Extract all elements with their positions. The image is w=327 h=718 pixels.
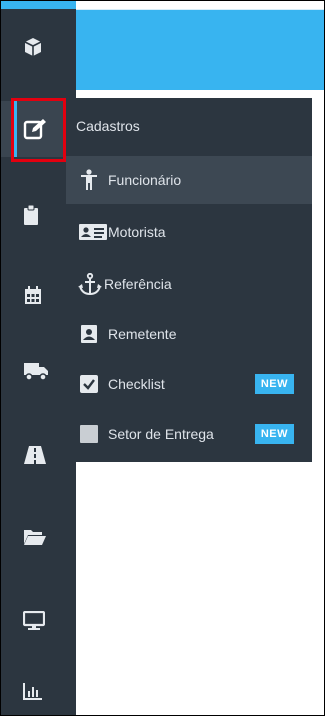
monitor-icon xyxy=(23,611,45,630)
submenu-item-label: Motorista xyxy=(108,224,166,240)
id-card-icon xyxy=(78,221,108,243)
sidebar-item-cube[interactable] xyxy=(1,19,76,75)
person-icon xyxy=(78,169,100,191)
edit-icon xyxy=(23,119,46,140)
calendar-icon xyxy=(25,286,41,304)
anchor-icon xyxy=(78,273,102,295)
submenu-item-remetente[interactable]: Remetente xyxy=(66,310,312,358)
new-badge: NEW xyxy=(254,424,294,444)
submenu-item-referencia[interactable]: Referência xyxy=(66,260,312,308)
folder-open-icon xyxy=(24,530,46,545)
submenu-item-motorista[interactable]: Motorista xyxy=(66,208,312,256)
sidebar-item-folder[interactable] xyxy=(1,509,76,565)
top-header-bar xyxy=(76,9,324,90)
truck-icon xyxy=(24,363,48,381)
submenu-item-label: Funcionário xyxy=(108,172,182,188)
sidebar-item-monitor[interactable] xyxy=(1,593,76,649)
cadastros-submenu: Cadastros Funcionário Motorista Referênc… xyxy=(66,98,312,462)
road-icon xyxy=(24,446,46,464)
submenu-item-label: Setor de Entrega xyxy=(108,426,214,442)
submenu-item-funcionario[interactable]: Funcionário xyxy=(66,156,312,204)
submenu-item-setor-de-entrega[interactable]: Setor de Entrega NEW xyxy=(66,410,312,458)
sidebar-item-road[interactable] xyxy=(1,427,76,483)
topbar-strip xyxy=(1,1,76,9)
clipboard-icon xyxy=(24,204,38,225)
checkbox-checked-icon xyxy=(78,373,100,395)
square-icon xyxy=(78,423,100,445)
contact-book-icon xyxy=(78,323,100,345)
app-frame: Cadastros Funcionário Motorista Referênc… xyxy=(0,0,325,716)
submenu-item-label: Referência xyxy=(104,276,172,292)
bar-chart-icon xyxy=(23,683,42,700)
submenu-item-checklist[interactable]: Checklist NEW xyxy=(66,360,312,408)
submenu-item-label: Remetente xyxy=(108,326,177,342)
sidebar-item-clipboard[interactable] xyxy=(1,187,76,243)
active-indicator xyxy=(14,101,17,157)
sidebar-item-calendar[interactable] xyxy=(1,267,76,323)
cube-icon xyxy=(24,38,42,56)
submenu-header: Cadastros xyxy=(76,118,140,134)
submenu-item-label: Checklist xyxy=(108,376,165,392)
new-badge: NEW xyxy=(254,374,294,394)
sidebar-item-truck[interactable] xyxy=(1,343,76,399)
sidebar-item-reports[interactable] xyxy=(1,663,76,715)
sidebar xyxy=(1,9,76,715)
sidebar-item-cadastros[interactable] xyxy=(1,101,76,157)
